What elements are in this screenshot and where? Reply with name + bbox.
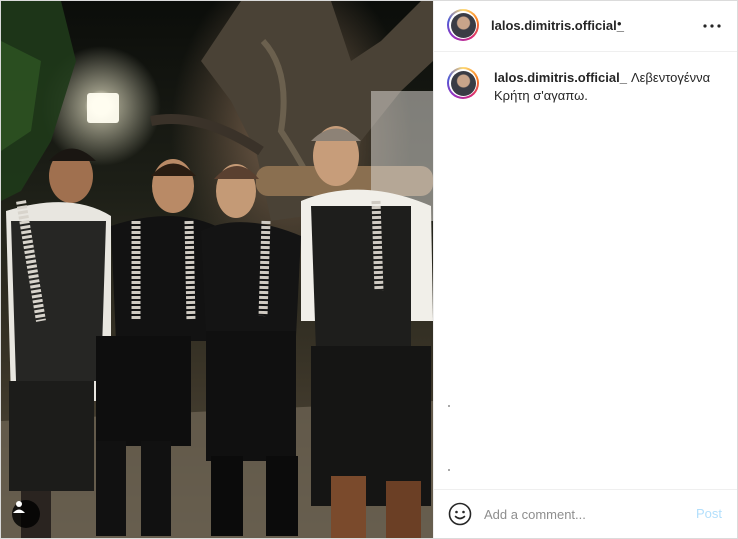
photo-scene <box>1 1 433 538</box>
comments-area: lalos.dimitris.official_ Λεβεντογέννα Κρή… <box>434 52 737 488</box>
emoji-icon[interactable] <box>448 502 472 526</box>
comment-input[interactable] <box>484 504 684 524</box>
instagram-post-window: lalos.dimitris.official_ • lalos.dimitri… <box>0 0 738 539</box>
caption-username[interactable]: lalos.dimitris.official_ <box>494 70 627 85</box>
post-side-panel: lalos.dimitris.official_ • lalos.dimitri… <box>433 1 737 538</box>
caption-avatar[interactable] <box>447 67 479 99</box>
scroll-marker <box>448 405 450 407</box>
post-header: lalos.dimitris.official_ • <box>434 1 737 52</box>
profile-photo <box>450 12 476 38</box>
post-photo[interactable] <box>1 1 433 538</box>
post-caption: lalos.dimitris.official_ Λεβεντογέννα Κρή… <box>494 69 724 105</box>
more-options-icon[interactable] <box>700 14 724 38</box>
post-comment-button[interactable]: Post <box>696 506 722 521</box>
scroll-marker <box>448 469 450 471</box>
author-username[interactable]: lalos.dimitris.official_ <box>491 18 624 33</box>
comment-bar: Post <box>434 489 737 538</box>
profile-photo <box>450 70 476 96</box>
author-avatar[interactable] <box>447 9 479 41</box>
user-tag-button[interactable] <box>12 500 40 528</box>
header-separator: • <box>617 16 622 31</box>
